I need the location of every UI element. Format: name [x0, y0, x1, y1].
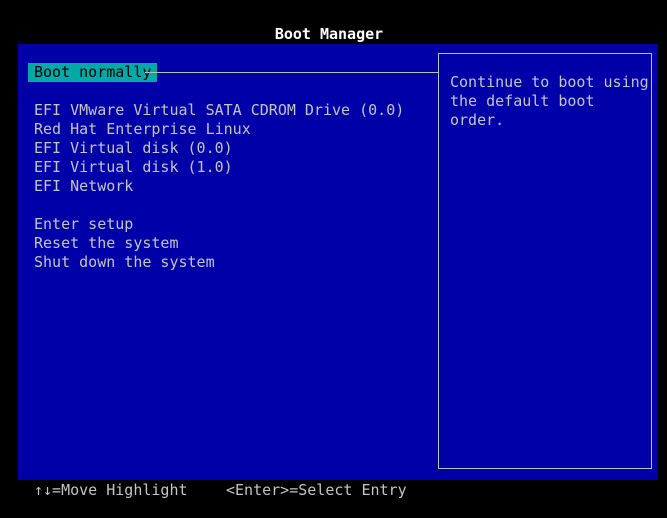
footer-move-hint: ↑↓=Move Highlight — [34, 481, 188, 499]
menu-item-efi-virtual-disk-0[interactable]: EFI Virtual disk (0.0) — [34, 139, 233, 158]
boot-manager-panel: Boot normally EFI VMware Virtual SATA CD… — [18, 44, 658, 480]
menu-item-reset-system[interactable]: Reset the system — [34, 234, 179, 253]
selection-connector-line — [145, 72, 438, 73]
menu-item-efi-virtual-disk-1[interactable]: EFI Virtual disk (1.0) — [34, 158, 233, 177]
menu-item-boot-normally[interactable]: Boot normally — [28, 63, 158, 82]
menu-item-shut-down[interactable]: Shut down the system — [34, 253, 215, 272]
help-panel: Continue to boot using the default boot … — [438, 53, 652, 469]
menu-item-enter-setup[interactable]: Enter setup — [34, 215, 133, 234]
help-text: Continue to boot using the default boot … — [450, 73, 649, 129]
footer-select-hint: <Enter>=Select Entry — [226, 481, 407, 499]
menu-item-efi-network[interactable]: EFI Network — [34, 177, 133, 196]
menu-item-efi-cdrom[interactable]: EFI VMware Virtual SATA CDROM Drive (0.0… — [34, 101, 404, 120]
window-title: Boot Manager — [274, 25, 384, 43]
menu-item-red-hat[interactable]: Red Hat Enterprise Linux — [34, 120, 251, 139]
